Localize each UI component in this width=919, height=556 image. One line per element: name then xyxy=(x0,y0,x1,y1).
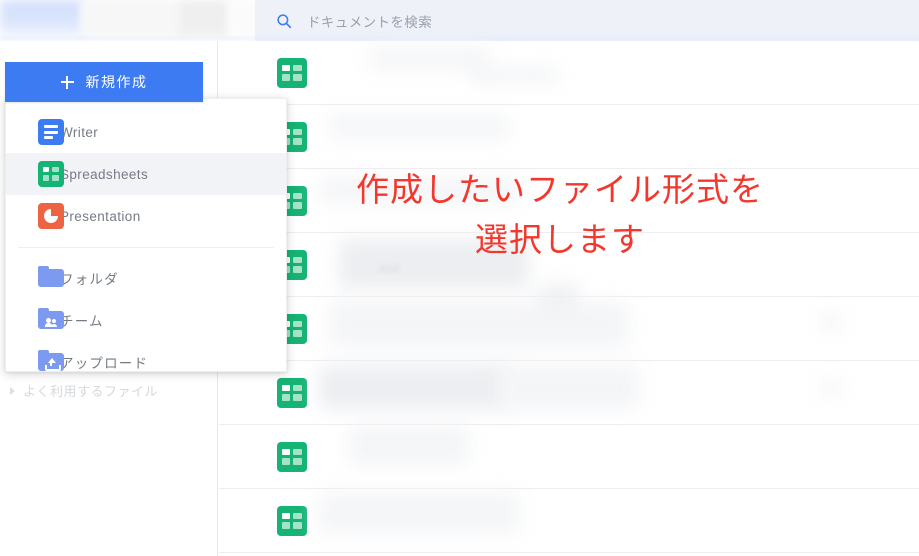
menu-item-label: フォルダ xyxy=(60,272,119,287)
table-row[interactable] xyxy=(219,489,919,553)
menu-divider xyxy=(18,247,274,248)
header-chrome-blur-2 xyxy=(178,0,230,36)
redacted-cell xyxy=(369,47,489,69)
new-create-button[interactable]: 新規作成 xyxy=(5,62,203,102)
header-chrome-blur-1 xyxy=(80,0,180,36)
menu-item-writer[interactable]: Writer xyxy=(6,111,286,153)
spreadsheet-icon xyxy=(277,506,307,536)
redacted-cell xyxy=(469,67,559,83)
redacted-cell xyxy=(349,425,469,465)
app-header: ドキュメントを検索 xyxy=(0,0,919,41)
menu-item-label: Writer xyxy=(60,124,99,140)
redacted-cell xyxy=(319,365,509,409)
redacted-cell xyxy=(329,115,509,139)
menu-item-team[interactable]: チーム xyxy=(6,299,286,341)
team-folder-icon xyxy=(38,307,64,333)
table-row[interactable] xyxy=(219,361,919,425)
redacted-cell xyxy=(819,313,843,331)
menu-item-folder[interactable]: フォルダ xyxy=(6,257,286,299)
document-icon xyxy=(38,119,64,145)
redacted-cell xyxy=(319,493,519,533)
spreadsheet-icon xyxy=(277,442,307,472)
create-menu: Writer Spreadsheets Presentation フォルダ チー… xyxy=(5,98,287,372)
menu-item-label: チーム xyxy=(60,314,104,329)
table-row[interactable] xyxy=(219,425,919,489)
redacted-cell xyxy=(319,177,519,203)
spreadsheet-icon xyxy=(277,58,307,88)
redacted-cell xyxy=(329,301,629,347)
search-icon xyxy=(277,13,292,28)
sidebar-item-frequent-files[interactable]: よく利用するファイル xyxy=(10,381,158,400)
presentation-icon xyxy=(38,203,64,229)
new-create-button-label: 新規作成 xyxy=(85,74,148,90)
search-input-placeholder[interactable]: ドキュメントを検索 xyxy=(307,11,432,31)
sidebar-item-label: よく利用するファイル xyxy=(23,384,159,399)
redacted-cell xyxy=(499,365,639,409)
caret-right-icon xyxy=(10,386,15,395)
spreadsheet-icon xyxy=(38,161,64,187)
file-list: And xyxy=(219,41,919,556)
menu-item-label: アップロード xyxy=(60,356,149,371)
header-logo-blur xyxy=(0,0,86,36)
menu-item-presentation[interactable]: Presentation xyxy=(6,195,286,237)
menu-item-label: Spreadsheets xyxy=(60,166,149,182)
upload-icon xyxy=(38,349,64,375)
header-chrome-blur-3 xyxy=(228,0,258,36)
redacted-text: And xyxy=(379,263,399,275)
menu-item-label: Presentation xyxy=(60,208,141,224)
redacted-cell xyxy=(819,379,841,397)
redacted-cell xyxy=(539,283,579,309)
table-row[interactable] xyxy=(219,169,919,233)
menu-item-spreadsheets[interactable]: Spreadsheets xyxy=(6,153,286,195)
search-bar[interactable]: ドキュメントを検索 xyxy=(255,0,919,41)
table-row[interactable] xyxy=(219,105,919,169)
table-row[interactable] xyxy=(219,41,919,105)
folder-icon xyxy=(38,265,64,291)
table-row[interactable] xyxy=(219,283,919,361)
plus-icon xyxy=(60,75,74,89)
menu-item-upload[interactable]: アップロード xyxy=(6,341,286,383)
redacted-cell xyxy=(339,239,529,289)
